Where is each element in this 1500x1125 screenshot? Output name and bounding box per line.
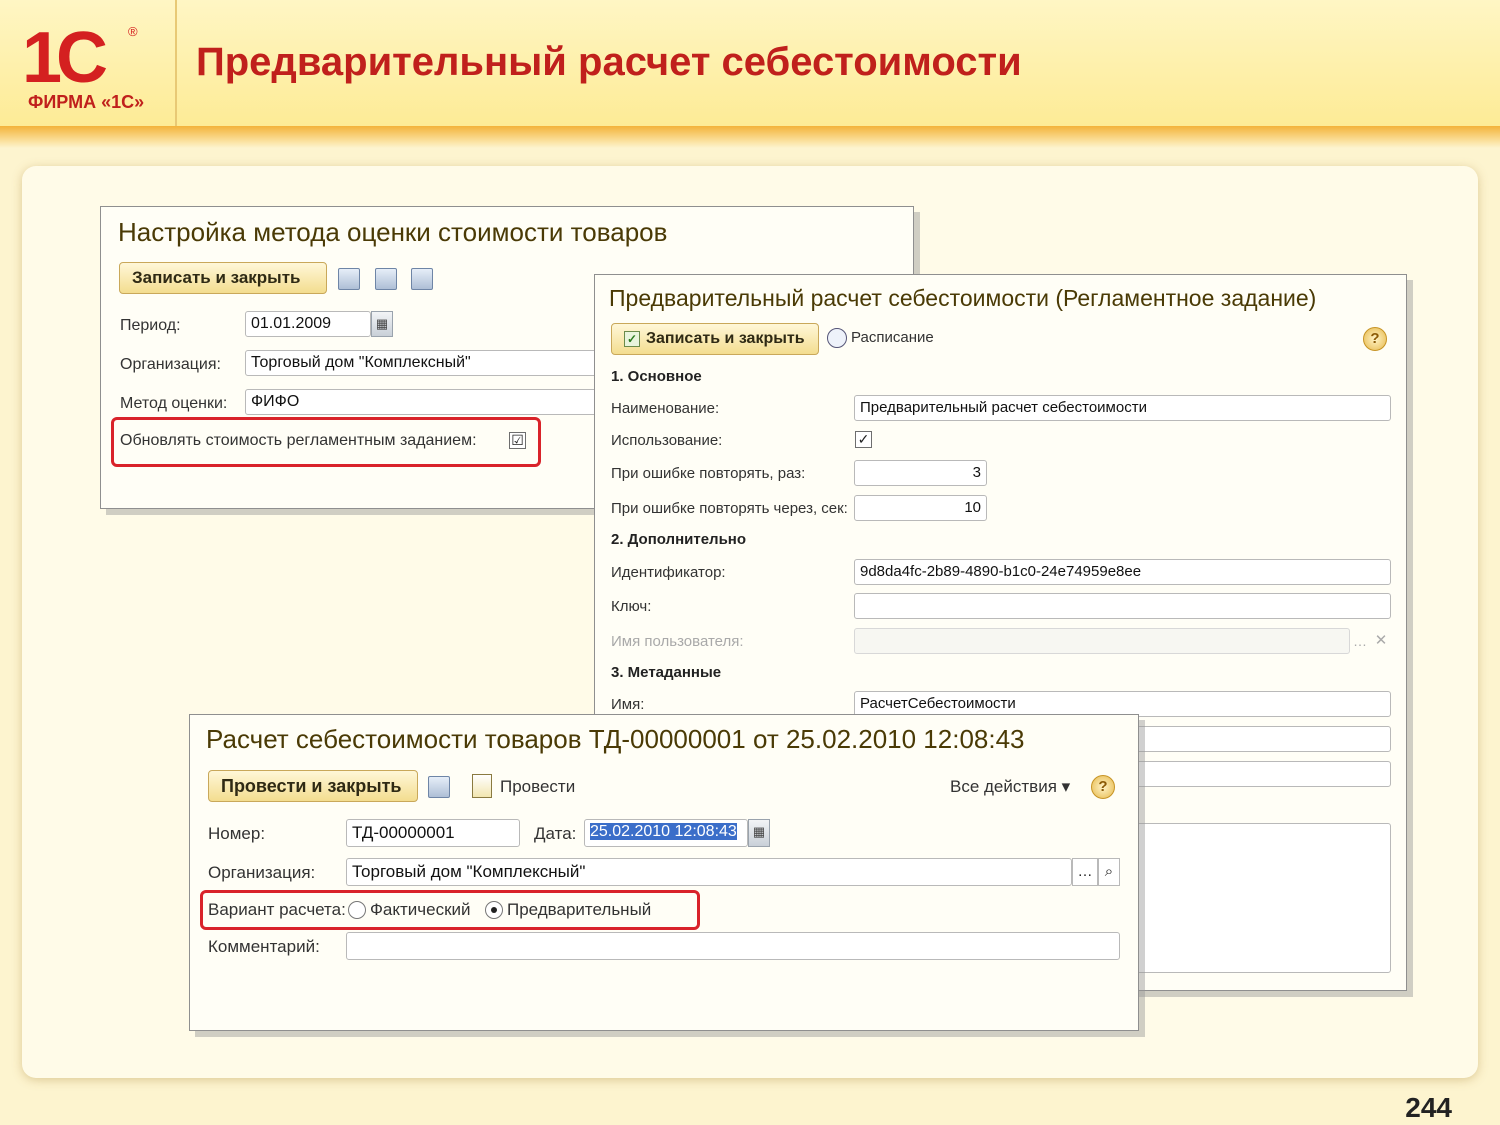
retry-count-label: При ошибке повторять, раз: <box>611 465 806 482</box>
post-and-close-button[interactable]: Провести и закрыть <box>208 770 418 802</box>
clear-icon[interactable]: ✕ <box>1371 628 1391 654</box>
valuation-method-field[interactable]: ФИФО <box>245 389 605 415</box>
window-title: Настройка метода оценки стоимости товаро… <box>118 217 668 247</box>
organization-field[interactable]: Торговый дом "Комплексный" <box>245 350 605 376</box>
organization-field[interactable]: Торговый дом "Комплексный" <box>346 858 1072 886</box>
header-strip <box>0 126 1500 148</box>
organization-label: Организация: <box>208 863 316 882</box>
logo-mark: 1С <box>22 18 108 98</box>
company-logo: 1С ® ФИРМА «1С» <box>18 18 166 118</box>
calculation-variant-label: Вариант расчета: <box>208 900 346 919</box>
help-icon[interactable]: ? <box>1363 327 1387 351</box>
comment-label: Комментарий: <box>208 937 320 956</box>
logo-firm-name: ФИРМА «1С» <box>28 92 145 112</box>
valuation-method-label: Метод оценки: <box>120 395 228 412</box>
number-field[interactable]: ТД-00000001 <box>346 819 520 847</box>
retry-delay-field[interactable]: 10 <box>854 495 987 521</box>
section-main-heading: 1. Основное <box>611 368 702 385</box>
schedule-link[interactable]: Расписание <box>851 329 934 346</box>
identifier-field[interactable]: 9d8da4fc-2b89-4890-b1c0-24e74959e8ee <box>854 559 1391 585</box>
organization-label: Организация: <box>120 356 221 373</box>
slide-header: 1С ® ФИРМА «1С» Предварительный расчет с… <box>0 0 1500 128</box>
help-icon[interactable]: ? <box>1091 775 1115 799</box>
variant-preliminary-radio[interactable] <box>485 901 503 919</box>
use-label: Использование: <box>611 432 723 449</box>
variant-actual-radio[interactable] <box>348 901 366 919</box>
date-field[interactable]: 25.02.2010 12:08:43 <box>584 819 748 847</box>
key-label: Ключ: <box>611 598 652 615</box>
comment-field[interactable] <box>346 932 1120 960</box>
select-button[interactable]: … <box>1350 628 1370 654</box>
select-button[interactable]: … <box>1072 858 1098 886</box>
header-divider <box>175 0 177 126</box>
name-label: Наименование: <box>611 400 720 417</box>
name-field[interactable]: Предварительный расчет себестоимости <box>854 395 1391 421</box>
window-cost-calculation-document: Расчет себестоимости товаров ТД-00000001… <box>189 714 1139 1031</box>
refresh-icon[interactable] <box>411 268 433 290</box>
key-field[interactable] <box>854 593 1391 619</box>
save-icon[interactable] <box>338 268 360 290</box>
slide-title: Предварительный расчет себестоимости <box>196 40 1022 84</box>
period-field[interactable]: 01.01.2009 <box>245 311 371 337</box>
user-name-label: Имя пользователя: <box>611 633 744 650</box>
retry-count-field[interactable]: 3 <box>854 460 987 486</box>
clock-icon[interactable] <box>827 328 847 348</box>
post-button[interactable]: Провести <box>500 777 575 797</box>
metadata-name-label: Имя: <box>611 696 645 713</box>
date-label: Дата: <box>534 824 577 843</box>
save-and-close-button[interactable]: ✓ Записать и закрыть <box>611 323 819 355</box>
checkmark-icon: ✓ <box>624 331 640 347</box>
section-additional-heading: 2. Дополнительно <box>611 531 747 548</box>
save-icon[interactable] <box>428 776 450 798</box>
post-icon[interactable] <box>472 774 492 798</box>
logo-registered-mark: ® <box>128 24 138 39</box>
user-name-field[interactable] <box>854 628 1350 654</box>
window-title: Расчет себестоимости товаров ТД-00000001… <box>206 724 1025 754</box>
update-by-job-label: Обновлять стоимость регламентным задание… <box>120 432 477 449</box>
period-label: Период: <box>120 317 181 334</box>
date-value: 25.02.2010 12:08:43 <box>590 823 737 840</box>
page-number: 244 <box>1405 1092 1452 1123</box>
all-actions-menu[interactable]: Все действия ▾ <box>950 777 1070 797</box>
calendar-icon[interactable]: ▦ <box>748 819 770 847</box>
variant-preliminary-label[interactable]: Предварительный <box>507 900 651 920</box>
retry-delay-label: При ошибке повторять через, сек: <box>611 500 848 517</box>
window-title: Предварительный расчет себестоимости (Ре… <box>609 285 1317 311</box>
use-checkbox[interactable]: ✓ <box>855 431 872 448</box>
variant-actual-label[interactable]: Фактический <box>370 900 471 920</box>
identifier-label: Идентификатор: <box>611 564 726 581</box>
search-icon[interactable]: ⌕ <box>1098 858 1120 886</box>
update-by-job-checkbox[interactable]: ☑ <box>509 432 526 449</box>
save-and-close-label: Записать и закрыть <box>646 330 805 347</box>
section-metadata-heading: 3. Метаданные <box>611 664 722 681</box>
save-and-close-button[interactable]: Записать и закрыть <box>119 262 327 294</box>
number-label: Номер: <box>208 824 266 843</box>
calendar-icon[interactable]: ▦ <box>371 311 393 337</box>
copy-icon[interactable] <box>375 268 397 290</box>
